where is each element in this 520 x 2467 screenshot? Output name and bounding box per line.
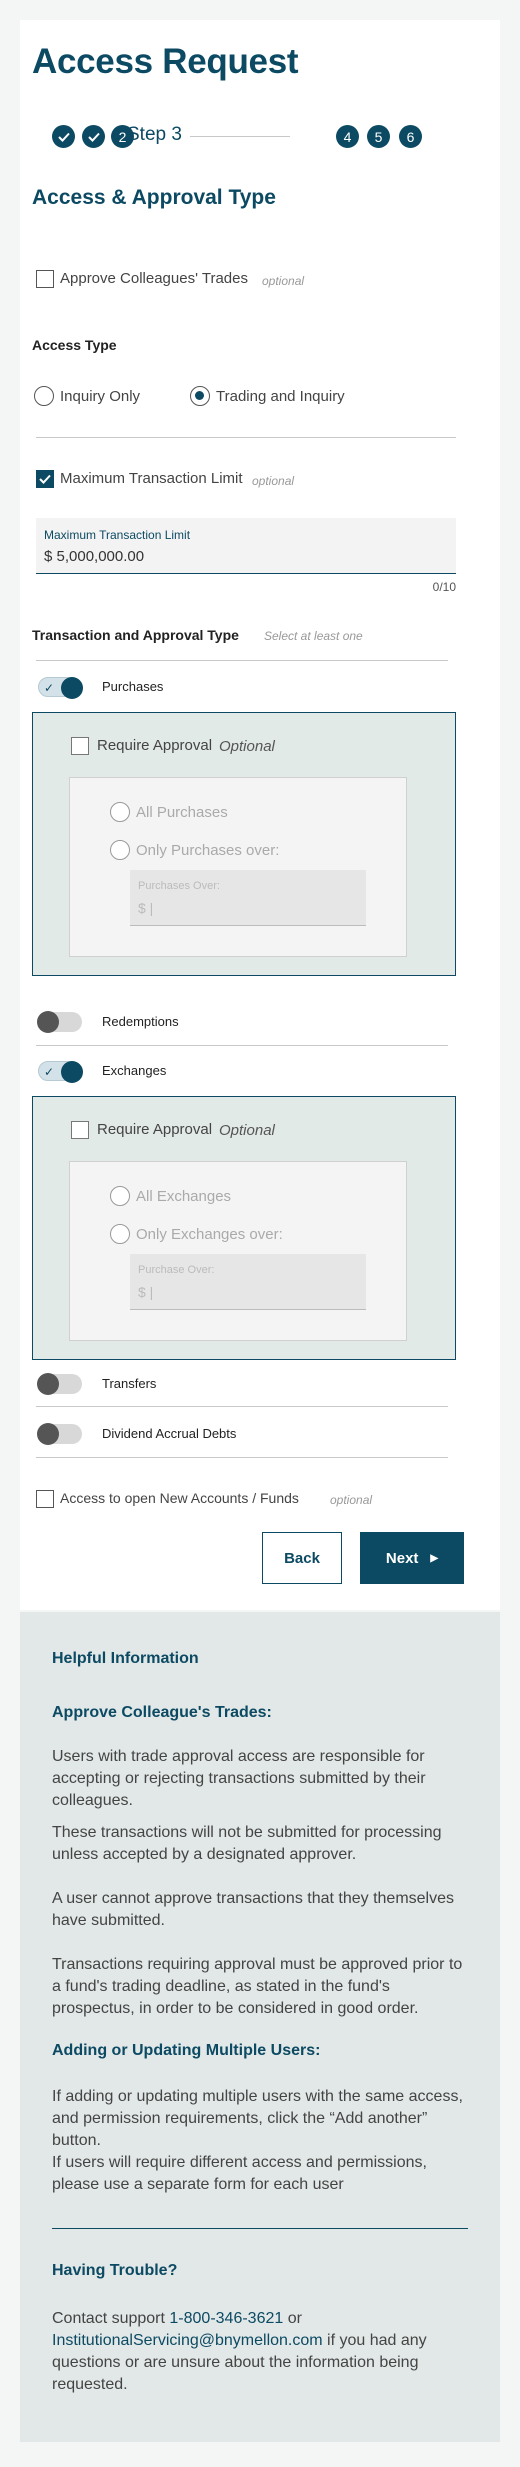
field-value: $ | <box>138 1284 154 1300</box>
txn-heading: Transaction and Approval Type <box>32 627 239 643</box>
check-icon: ✓ <box>44 681 55 695</box>
exchanges-approval-options: All Exchanges Only Exchanges over: Purch… <box>69 1161 407 1341</box>
inquiry-only-radio[interactable] <box>34 386 54 406</box>
section-title: Access & Approval Type <box>32 186 276 209</box>
field-label: Purchase Over: <box>138 1264 215 1276</box>
approve-colleagues-label: Approve Colleagues' Trades <box>60 270 248 287</box>
divider <box>36 1406 448 1407</box>
step-upcoming[interactable]: 5 <box>367 125 390 148</box>
email-link[interactable]: InstitutionalServicing@bnymellon.com <box>52 2332 323 2349</box>
optional-tag: optional <box>252 474 295 488</box>
step-current-label: Step 3 <box>127 124 182 145</box>
info-paragraph: These transactions will not be submitted… <box>52 1824 442 1863</box>
transfers-label: Transfers <box>102 1376 157 1391</box>
helpful-info-panel: Helpful Information Approve Colleague's … <box>20 1612 500 2442</box>
contact-prefix: Contact support <box>52 2310 165 2327</box>
caret-right-icon: ▶ <box>430 1552 439 1564</box>
contact-paragraph: Contact support 1-800-346-3621 or Instit… <box>52 2308 472 2396</box>
redemptions-toggle[interactable] <box>37 1011 82 1033</box>
toggle-knob <box>37 1373 59 1395</box>
exchanges-approval-panel: Require Approval Optional All Exchanges … <box>32 1096 456 1360</box>
txn-hint: Select at least one <box>264 629 363 643</box>
approve-colleagues-checkbox[interactable] <box>36 270 54 288</box>
divider <box>36 1045 448 1046</box>
char-counter: 0/10 <box>432 580 456 594</box>
check-icon: ✓ <box>44 1065 55 1079</box>
exchanges-require-approval-checkbox[interactable] <box>71 1121 89 1139</box>
all-purchases-radio[interactable] <box>110 802 130 822</box>
all-exchanges-radio[interactable] <box>110 1186 130 1206</box>
max-limit-checkbox[interactable] <box>36 470 54 488</box>
dividend-label: Dividend Accrual Debts <box>102 1426 237 1441</box>
optional-tag: Optional <box>219 738 275 755</box>
all-exchanges-label: All Exchanges <box>136 1188 232 1205</box>
only-purchases-over-radio[interactable] <box>110 840 130 860</box>
info-divider <box>52 2228 468 2229</box>
phone-link[interactable]: 1-800-346-3621 <box>169 2310 283 2327</box>
optional-tag: optional <box>330 1493 373 1507</box>
exchanges-toggle[interactable]: ✓ <box>38 1061 83 1083</box>
exchanges-over-input[interactable]: Purchase Over: $ | <box>130 1254 366 1310</box>
multiple-users-heading: Adding or Updating Multiple Users: <box>52 2042 321 2059</box>
trading-and-inquiry-label: Trading and Inquiry <box>216 388 345 405</box>
info-paragraph: Transactions requiring approval must be … <box>52 1956 463 2017</box>
next-button-label: Next <box>385 1549 419 1567</box>
purchases-require-approval-checkbox[interactable] <box>71 737 89 755</box>
back-button[interactable]: Back <box>262 1532 342 1584</box>
step-complete-icon[interactable] <box>52 125 75 148</box>
purchases-approval-panel: Require Approval Optional All Purchases … <box>32 712 456 976</box>
inquiry-only-label: Inquiry Only <box>60 388 141 405</box>
check-icon <box>39 474 51 484</box>
field-value: $ 5,000,000.00 <box>44 548 145 565</box>
info-heading: Helpful Information <box>52 1650 199 1667</box>
divider <box>36 1457 448 1458</box>
max-limit-input[interactable]: Maximum Transaction Limit $ 5,000,000.00 <box>36 518 456 574</box>
only-exchanges-over-radio[interactable] <box>110 1224 130 1244</box>
approve-trades-heading: Approve Colleague's Trades: <box>52 1704 272 1721</box>
toggle-knob <box>37 1423 59 1445</box>
page-title: Access Request <box>32 42 299 81</box>
info-paragraph: If users will require different access a… <box>52 2154 427 2193</box>
only-exchanges-over-label: Only Exchanges over: <box>136 1226 283 1243</box>
step-complete-icon[interactable] <box>82 125 105 148</box>
next-button[interactable]: Next ▶ <box>360 1532 464 1584</box>
toggle-knob <box>61 677 83 699</box>
require-approval-label: Require Approval <box>97 737 213 754</box>
trouble-heading: Having Trouble? <box>52 2262 178 2279</box>
only-purchases-over-label: Only Purchases over: <box>136 842 280 859</box>
field-value: $ | <box>138 900 154 916</box>
purchases-over-input[interactable]: Purchases Over: $ | <box>130 870 366 926</box>
purchases-approval-options: All Purchases Only Purchases over: Purch… <box>69 777 407 957</box>
dividend-toggle[interactable] <box>37 1423 82 1445</box>
field-label: Purchases Over: <box>138 880 220 892</box>
trading-and-inquiry-radio[interactable] <box>190 386 210 406</box>
optional-tag: optional <box>262 274 305 288</box>
require-approval-label: Require Approval <box>97 1121 213 1138</box>
step-upcoming[interactable]: 6 <box>399 125 422 148</box>
optional-tag: Optional <box>219 1122 275 1139</box>
step-progress-line <box>190 136 290 137</box>
max-limit-label: Maximum Transaction Limit <box>60 470 243 487</box>
info-paragraph: Users with trade approval access are res… <box>52 1748 426 1809</box>
divider <box>36 437 456 438</box>
contact-or: or <box>287 2310 302 2327</box>
new-accounts-label: Access to open New Accounts / Funds <box>60 1490 299 1506</box>
info-paragraph: A user cannot approve transactions that … <box>52 1890 455 1929</box>
all-purchases-label: All Purchases <box>136 804 228 821</box>
purchases-toggle[interactable]: ✓ <box>38 677 83 699</box>
exchanges-label: Exchanges <box>102 1063 167 1078</box>
redemptions-label: Redemptions <box>102 1014 179 1029</box>
field-label: Maximum Transaction Limit <box>44 528 191 542</box>
toggle-knob <box>37 1011 59 1033</box>
divider <box>36 660 448 661</box>
new-accounts-checkbox[interactable] <box>36 1490 54 1508</box>
transfers-toggle[interactable] <box>37 1373 82 1395</box>
step-upcoming[interactable]: 4 <box>336 125 359 148</box>
access-type-heading: Access Type <box>32 337 117 353</box>
purchases-label: Purchases <box>102 679 164 694</box>
toggle-knob <box>61 1061 83 1083</box>
info-paragraph: If adding or updating multiple users wit… <box>52 2088 463 2149</box>
